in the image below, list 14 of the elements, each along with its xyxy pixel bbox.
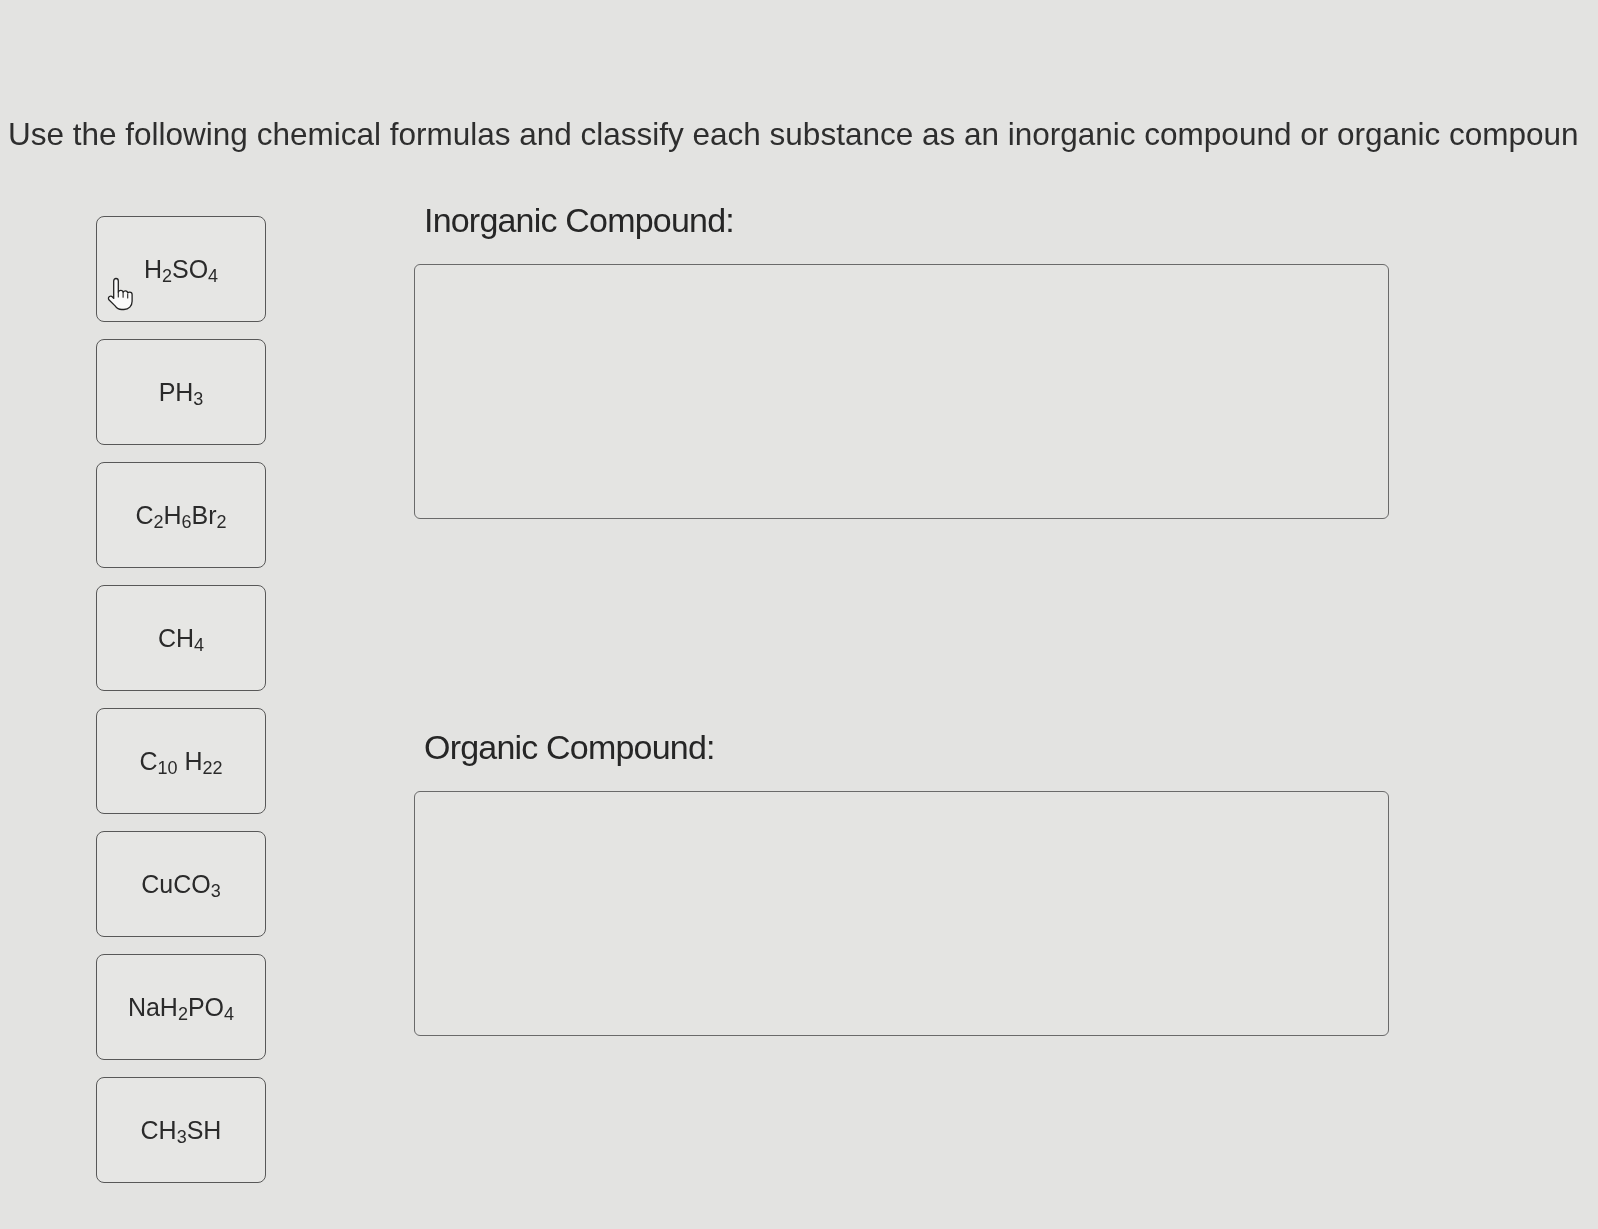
formula-card[interactable]: NaH$_{2}$PO$_{4}$ bbox=[96, 954, 266, 1060]
drop-zone[interactable] bbox=[414, 264, 1389, 519]
formula-card[interactable]: CuCO$_{3}$ bbox=[96, 831, 266, 937]
drop-zone[interactable] bbox=[414, 791, 1389, 1036]
formula-card[interactable]: PH$_{3}$ bbox=[96, 339, 266, 445]
formula-card[interactable]: H$_{2}$SO$_{4}$ bbox=[96, 216, 266, 322]
instruction-text: Use the following chemical formulas and classify each substance as an inorganic compound or organic compoun bbox=[8, 115, 1579, 154]
formula-card[interactable]: C$_{2}$H$_{6}$Br$_{2}$ bbox=[96, 462, 266, 568]
category-heading: Inorganic Compound: bbox=[424, 200, 734, 240]
formula-card[interactable]: CH$_{4}$ bbox=[96, 585, 266, 691]
formula-card[interactable]: CH$_{3}$SH bbox=[96, 1077, 266, 1183]
category-heading: Organic Compound: bbox=[424, 727, 715, 767]
hand-cursor-icon bbox=[107, 277, 135, 311]
formula-card[interactable]: C$_{10}$ H$_{22}$ bbox=[96, 708, 266, 814]
